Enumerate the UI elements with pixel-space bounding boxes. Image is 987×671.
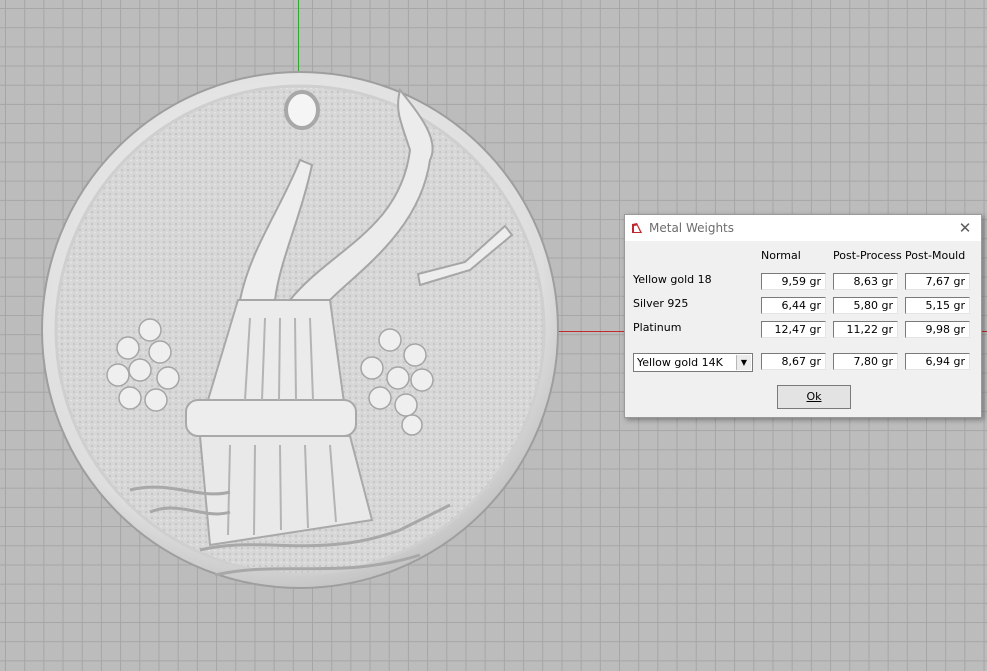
column-header-post-process: Post-Process [833,249,902,262]
row-label-yellow-gold-18: Yellow gold 18 [633,273,712,286]
metal-weights-dialog: Metal Weights ✕ Normal Post-Process Post… [624,214,982,418]
metal-select[interactable]: Yellow gold 14K ▼ [633,353,753,372]
weight-value: 9,59 gr [761,273,826,290]
column-header-normal: Normal [761,249,801,262]
metal-select-value: Yellow gold 14K [637,356,723,369]
weight-value: 12,47 gr [761,321,826,338]
weight-value: 8,63 gr [833,273,898,290]
weight-value: 9,98 gr [905,321,970,338]
weight-value: 7,67 gr [905,273,970,290]
weight-value: 8,67 gr [761,353,826,370]
weight-value: 5,15 gr [905,297,970,314]
weight-value: 6,94 gr [905,353,970,370]
column-header-post-mould: Post-Mould [905,249,966,262]
dialog-titlebar[interactable]: Metal Weights ✕ [625,215,981,241]
close-icon[interactable]: ✕ [955,218,975,238]
weight-value: 11,22 gr [833,321,898,338]
chevron-down-icon[interactable]: ▼ [736,355,751,370]
row-label-silver-925: Silver 925 [633,297,689,310]
ok-button-label: Ok [806,390,822,403]
amphora-band [185,399,357,437]
row-label-platinum: Platinum [633,321,682,334]
bail-hole [284,90,320,130]
ok-button[interactable]: Ok [777,385,851,409]
weight-value: 7,80 gr [833,353,898,370]
app-icon [632,223,642,233]
dialog-title: Metal Weights [649,221,735,235]
weight-value: 6,44 gr [761,297,826,314]
weight-value: 5,80 gr [833,297,898,314]
